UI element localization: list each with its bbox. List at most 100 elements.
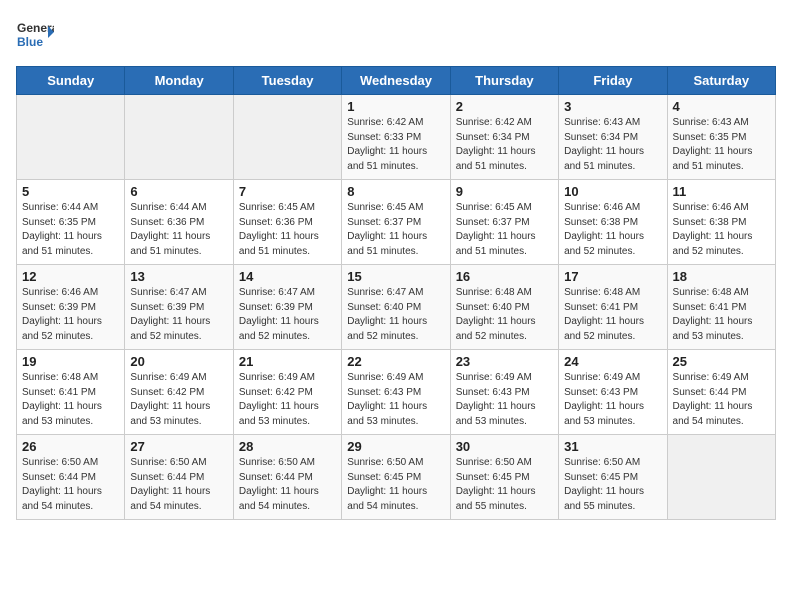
day-number: 27 — [130, 439, 227, 454]
day-number: 12 — [22, 269, 119, 284]
calendar-cell: 2 Sunrise: 6:42 AM Sunset: 6:34 PM Daylig… — [450, 95, 558, 180]
calendar-cell: 10 Sunrise: 6:46 AM Sunset: 6:38 PM Dayli… — [559, 180, 667, 265]
day-number: 10 — [564, 184, 661, 199]
day-number: 6 — [130, 184, 227, 199]
calendar-cell: 17 Sunrise: 6:48 AM Sunset: 6:41 PM Dayli… — [559, 265, 667, 350]
logo: General Blue — [16, 16, 54, 54]
calendar-table: SundayMondayTuesdayWednesdayThursdayFrid… — [16, 66, 776, 520]
day-number: 28 — [239, 439, 336, 454]
calendar-cell: 26 Sunrise: 6:50 AM Sunset: 6:44 PM Dayli… — [17, 435, 125, 520]
day-info: Sunrise: 6:47 AM Sunset: 6:39 PM Dayligh… — [130, 286, 227, 344]
day-number: 4 — [673, 99, 770, 114]
calendar-cell: 22Sunrise: 6:49 AM Sunset: 6:43 PM Dayli… — [342, 350, 450, 435]
calendar-cell — [17, 95, 125, 180]
day-number: 16 — [456, 269, 553, 284]
day-info: Sunrise: 6:46 AM Sunset: 6:39 PM Dayligh… — [22, 286, 119, 344]
header-day-wednesday: Wednesday — [342, 67, 450, 95]
day-number: 8 — [347, 184, 444, 199]
day-info: Sunrise: 6:42 AM Sunset: 6:34 PM Dayligh… — [456, 116, 553, 174]
calendar-cell: 28 Sunrise: 6:50 AM Sunset: 6:44 PM Dayli… — [233, 435, 341, 520]
day-info: Sunrise: 6:48 AM Sunset: 6:41 PM Dayligh… — [564, 286, 661, 344]
week-row-5: 26 Sunrise: 6:50 AM Sunset: 6:44 PM Dayli… — [17, 435, 776, 520]
page-header: General Blue — [16, 16, 776, 54]
day-info: Sunrise: 6:44 AM Sunset: 6:36 PM Dayligh… — [130, 201, 227, 259]
calendar-cell: 3 Sunrise: 6:43 AM Sunset: 6:34 PM Daylig… — [559, 95, 667, 180]
day-number: 3 — [564, 99, 661, 114]
day-number: 23 — [456, 354, 553, 369]
day-info: Sunrise: 6:49 AM Sunset: 6:44 PM Dayligh… — [673, 371, 770, 429]
day-info: Sunrise: 6:49 AM Sunset: 6:42 PM Dayligh… — [130, 371, 227, 429]
calendar-cell: 27 Sunrise: 6:50 AM Sunset: 6:44 PM Dayli… — [125, 435, 233, 520]
day-number: 17 — [564, 269, 661, 284]
day-info: Sunrise: 6:43 AM Sunset: 6:35 PM Dayligh… — [673, 116, 770, 174]
calendar-cell: 31 Sunrise: 6:50 AM Sunset: 6:45 PM Dayli… — [559, 435, 667, 520]
day-number: 15 — [347, 269, 444, 284]
calendar-cell: 21 Sunrise: 6:49 AM Sunset: 6:42 PM Dayli… — [233, 350, 341, 435]
day-info: Sunrise: 6:49 AM Sunset: 6:43 PM Dayligh… — [456, 371, 553, 429]
logo-text-wrapper: General Blue — [16, 16, 54, 54]
calendar-cell: 1 Sunrise: 6:42 AM Sunset: 6:33 PM Daylig… — [342, 95, 450, 180]
day-number: 31 — [564, 439, 661, 454]
day-info: Sunrise: 6:48 AM Sunset: 6:40 PM Dayligh… — [456, 286, 553, 344]
calendar-cell: 16 Sunrise: 6:48 AM Sunset: 6:40 PM Dayli… — [450, 265, 558, 350]
calendar-cell: 23 Sunrise: 6:49 AM Sunset: 6:43 PM Dayli… — [450, 350, 558, 435]
calendar-cell — [125, 95, 233, 180]
day-info: Sunrise: 6:50 AM Sunset: 6:45 PM Dayligh… — [456, 456, 553, 514]
calendar-cell: 8 Sunrise: 6:45 AM Sunset: 6:37 PM Daylig… — [342, 180, 450, 265]
day-info: Sunrise: 6:49 AM Sunset: 6:43 PM Dayligh… — [347, 371, 444, 429]
day-number: 2 — [456, 99, 553, 114]
day-number: 29 — [347, 439, 444, 454]
day-number: 9 — [456, 184, 553, 199]
day-number: 25 — [673, 354, 770, 369]
day-info: Sunrise: 6:50 AM Sunset: 6:44 PM Dayligh… — [22, 456, 119, 514]
day-info: Sunrise: 6:50 AM Sunset: 6:44 PM Dayligh… — [239, 456, 336, 514]
week-row-1: 1 Sunrise: 6:42 AM Sunset: 6:33 PM Daylig… — [17, 95, 776, 180]
week-row-2: 5Sunrise: 6:44 AM Sunset: 6:35 PM Daylig… — [17, 180, 776, 265]
calendar-cell: 6 Sunrise: 6:44 AM Sunset: 6:36 PM Daylig… — [125, 180, 233, 265]
day-info: Sunrise: 6:45 AM Sunset: 6:37 PM Dayligh… — [347, 201, 444, 259]
day-info: Sunrise: 6:50 AM Sunset: 6:44 PM Dayligh… — [130, 456, 227, 514]
day-info: Sunrise: 6:47 AM Sunset: 6:39 PM Dayligh… — [239, 286, 336, 344]
calendar-cell: 5Sunrise: 6:44 AM Sunset: 6:35 PM Daylig… — [17, 180, 125, 265]
day-info: Sunrise: 6:45 AM Sunset: 6:36 PM Dayligh… — [239, 201, 336, 259]
day-number: 13 — [130, 269, 227, 284]
svg-text:Blue: Blue — [17, 35, 43, 49]
week-row-4: 19Sunrise: 6:48 AM Sunset: 6:41 PM Dayli… — [17, 350, 776, 435]
day-info: Sunrise: 6:49 AM Sunset: 6:43 PM Dayligh… — [564, 371, 661, 429]
calendar-cell: 14 Sunrise: 6:47 AM Sunset: 6:39 PM Dayli… — [233, 265, 341, 350]
header-day-monday: Monday — [125, 67, 233, 95]
day-number: 21 — [239, 354, 336, 369]
header-day-tuesday: Tuesday — [233, 67, 341, 95]
calendar-cell — [667, 435, 775, 520]
header-day-sunday: Sunday — [17, 67, 125, 95]
calendar-cell: 19Sunrise: 6:48 AM Sunset: 6:41 PM Dayli… — [17, 350, 125, 435]
calendar-cell: 15 Sunrise: 6:47 AM Sunset: 6:40 PM Dayli… — [342, 265, 450, 350]
day-info: Sunrise: 6:43 AM Sunset: 6:34 PM Dayligh… — [564, 116, 661, 174]
calendar-cell: 13 Sunrise: 6:47 AM Sunset: 6:39 PM Dayli… — [125, 265, 233, 350]
day-number: 26 — [22, 439, 119, 454]
day-info: Sunrise: 6:49 AM Sunset: 6:42 PM Dayligh… — [239, 371, 336, 429]
header-day-friday: Friday — [559, 67, 667, 95]
calendar-cell: 7Sunrise: 6:45 AM Sunset: 6:36 PM Daylig… — [233, 180, 341, 265]
calendar-cell — [233, 95, 341, 180]
calendar-cell: 24Sunrise: 6:49 AM Sunset: 6:43 PM Dayli… — [559, 350, 667, 435]
day-info: Sunrise: 6:48 AM Sunset: 6:41 PM Dayligh… — [673, 286, 770, 344]
week-row-3: 12 Sunrise: 6:46 AM Sunset: 6:39 PM Dayli… — [17, 265, 776, 350]
header-day-thursday: Thursday — [450, 67, 558, 95]
day-number: 1 — [347, 99, 444, 114]
day-number: 30 — [456, 439, 553, 454]
calendar-cell: 25 Sunrise: 6:49 AM Sunset: 6:44 PM Dayli… — [667, 350, 775, 435]
day-info: Sunrise: 6:50 AM Sunset: 6:45 PM Dayligh… — [564, 456, 661, 514]
day-number: 14 — [239, 269, 336, 284]
header-day-saturday: Saturday — [667, 67, 775, 95]
calendar-cell: 29Sunrise: 6:50 AM Sunset: 6:45 PM Dayli… — [342, 435, 450, 520]
day-info: Sunrise: 6:46 AM Sunset: 6:38 PM Dayligh… — [564, 201, 661, 259]
day-number: 5 — [22, 184, 119, 199]
day-info: Sunrise: 6:47 AM Sunset: 6:40 PM Dayligh… — [347, 286, 444, 344]
calendar-cell: 9Sunrise: 6:45 AM Sunset: 6:37 PM Daylig… — [450, 180, 558, 265]
calendar-cell: 12 Sunrise: 6:46 AM Sunset: 6:39 PM Dayli… — [17, 265, 125, 350]
calendar-cell: 18Sunrise: 6:48 AM Sunset: 6:41 PM Dayli… — [667, 265, 775, 350]
day-info: Sunrise: 6:42 AM Sunset: 6:33 PM Dayligh… — [347, 116, 444, 174]
day-info: Sunrise: 6:48 AM Sunset: 6:41 PM Dayligh… — [22, 371, 119, 429]
calendar-cell: 11Sunrise: 6:46 AM Sunset: 6:38 PM Dayli… — [667, 180, 775, 265]
